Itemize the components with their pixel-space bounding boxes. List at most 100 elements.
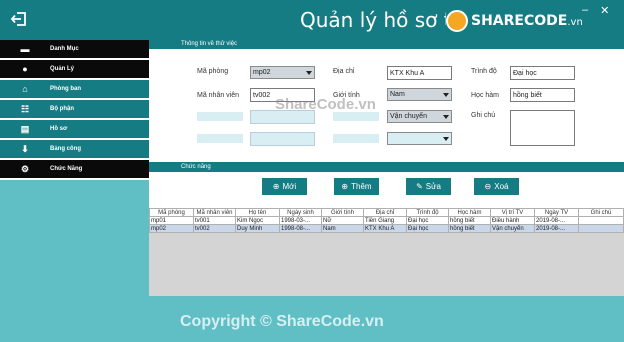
blurred-label [333,134,379,143]
table-cell[interactable] [578,224,624,233]
column-header[interactable]: Mã nhân viên [193,208,236,217]
sidebar-item-label: Phòng ban [50,86,81,92]
table-cell[interactable]: Kim Ngọc [235,216,280,225]
edit-button[interactable]: ✎ Sửa [406,178,451,195]
table-cell[interactable]: Tiền Giang [363,216,407,225]
table-cell[interactable]: KTX Khu A [363,224,407,233]
table-cell[interactable]: Nam [321,224,364,233]
column-header[interactable]: Giới tính [321,208,364,217]
sidebar-item-bo-phan[interactable]: ☷ Bộ phận [0,100,149,120]
table-cell[interactable]: mp02 [149,224,194,233]
dia-chi-input[interactable]: KTX Khu A [387,66,452,80]
logo-mark-icon [446,10,468,32]
user-icon: ● [22,64,28,74]
sidebar-item-chuc-nang[interactable]: ⚙ Chức Năng [0,160,149,180]
column-header[interactable]: Trình độ [406,208,449,217]
remove-user-icon: ⊖ [484,182,492,191]
table-cell[interactable]: 1998-08-... [279,224,322,233]
watermark-copyright: Copyright © ShareCode.vn [180,313,384,330]
hoc-ham-input[interactable]: hồng biết [510,88,575,102]
table-cell[interactable] [578,216,624,225]
table-cell[interactable]: tv002 [193,224,236,233]
table-cell[interactable]: Duy Minh [235,224,280,233]
functions-section-title: Chức năng [149,162,624,172]
logo-text: SHARECODE [471,13,568,29]
add-button-label: Thêm [351,182,372,191]
table-cell[interactable]: hồng biết [448,216,491,225]
doc-icon: ▤ [20,123,30,134]
info-section-title: Thông tin về thử việc [149,40,624,49]
table-cell[interactable]: Đại học [406,224,449,233]
table-cell[interactable]: 2019-08-... [534,216,579,225]
sidebar-item-label: Danh Mục [50,46,79,52]
sidebar-item-bang-cong[interactable]: ⬇ Bảng công [0,140,149,160]
vi-tri-select[interactable]: Vận chuyển [387,110,452,123]
column-header[interactable]: Mã phòng [149,208,194,217]
column-header[interactable]: Học hàm [448,208,491,217]
watermark-center: ShareCode.vn [275,96,376,113]
table-cell[interactable]: hồng biết [448,224,491,233]
sidebar-item-danh-muc[interactable]: ▬ Danh Mục [0,40,149,60]
table-row-selected[interactable]: mp02 tv002 Duy Minh 1998-08-... Nam KTX … [149,224,624,233]
delete-button[interactable]: ⊖ Xoá [474,178,519,195]
logo-suffix: .vn [567,17,583,28]
table-cell[interactable]: Nữ [321,216,364,225]
new-button-label: Mới [282,182,297,191]
add-user-icon: ⊕ [272,182,280,191]
column-header[interactable]: Ngày sinh [279,208,322,217]
download-icon: ⬇ [21,143,29,154]
table-cell[interactable]: 1998-03-... [279,216,322,225]
dia-chi-label: Địa chỉ [333,68,355,75]
sidebar-item-quan-ly[interactable]: ● Quản Lý [0,60,149,80]
ghi-chu-label: Ghi chú [471,112,496,119]
functions-panel: Chức năng ⊕ Mới ⊕ Thêm ✎ Sửa ⊖ Xoá [149,158,624,208]
info-panel: Thông tin về thử việc Mã phòng mp02 Mã n… [149,40,624,158]
ma-phong-select[interactable]: mp02 [250,66,315,79]
blurred-label [197,112,243,121]
table-row[interactable]: mp01 tv001 Kim Ngọc 1998-03-... Nữ Tiền … [149,216,624,225]
blurred-field[interactable] [250,132,315,146]
trinh-do-label: Trình độ [471,68,497,75]
column-header[interactable]: Ghi chú [578,208,624,217]
blurred-label [197,134,243,143]
table-cell[interactable]: Điều hành [490,216,535,225]
sidebar-item-label: Quản Lý [50,66,75,72]
column-header[interactable]: Vị trí TV [490,208,535,217]
sharecode-logo: SHARECODE.vn [446,9,583,33]
trinh-do-input[interactable]: Đại học [510,66,575,80]
hoc-ham-label: Học hàm [471,92,500,99]
sidebar-item-label: Bộ phận [50,106,74,112]
exit-icon[interactable] [10,10,28,28]
ma-phong-label: Mã phòng [197,68,229,75]
gioi-tinh-select[interactable]: Nam [387,88,452,101]
new-button[interactable]: ⊕ Mới [262,178,307,195]
sidebar-item-label: Hồ sơ [50,126,68,132]
title-bar: Quản lý hồ sơ thử việc SHARECODE.vn – ✕ [0,0,624,40]
column-header[interactable]: Ngày TV [534,208,579,217]
table-cell[interactable]: mp01 [149,216,194,225]
blurred-select[interactable] [387,132,452,145]
add-user-icon: ⊕ [341,182,349,191]
ghi-chu-textarea[interactable] [510,110,575,146]
close-button[interactable]: ✕ [600,4,609,17]
folder-icon: ▬ [20,44,30,54]
data-grid[interactable]: Mã phòng Mã nhân viên Họ tên Ngày sinh G… [149,208,624,296]
edit-button-label: Sửa [425,182,441,191]
ma-nhan-vien-label: Mã nhân viên [197,92,240,99]
minimize-button[interactable]: – [582,4,588,17]
column-header[interactable]: Họ tên [235,208,280,217]
table-cell[interactable]: 2019-08-... [534,224,579,233]
table-cell[interactable]: Vận chuyển [490,224,535,233]
pencil-icon: ✎ [416,182,423,191]
home-icon: ⌂ [22,84,28,94]
table-header-row: Mã phòng Mã nhân viên Họ tên Ngày sinh G… [149,208,624,217]
gear-icon: ⚙ [20,163,30,174]
table-cell[interactable]: Đại học [406,216,449,225]
sidebar-item-ho-so[interactable]: ▤ Hồ sơ [0,120,149,140]
add-button[interactable]: ⊕ Thêm [334,178,379,195]
table-cell[interactable]: tv001 [193,216,236,225]
column-header[interactable]: Địa chỉ [363,208,407,217]
org-icon: ☷ [20,103,30,114]
delete-button-label: Xoá [494,182,509,191]
sidebar-item-phong-ban[interactable]: ⌂ Phòng ban [0,80,149,100]
